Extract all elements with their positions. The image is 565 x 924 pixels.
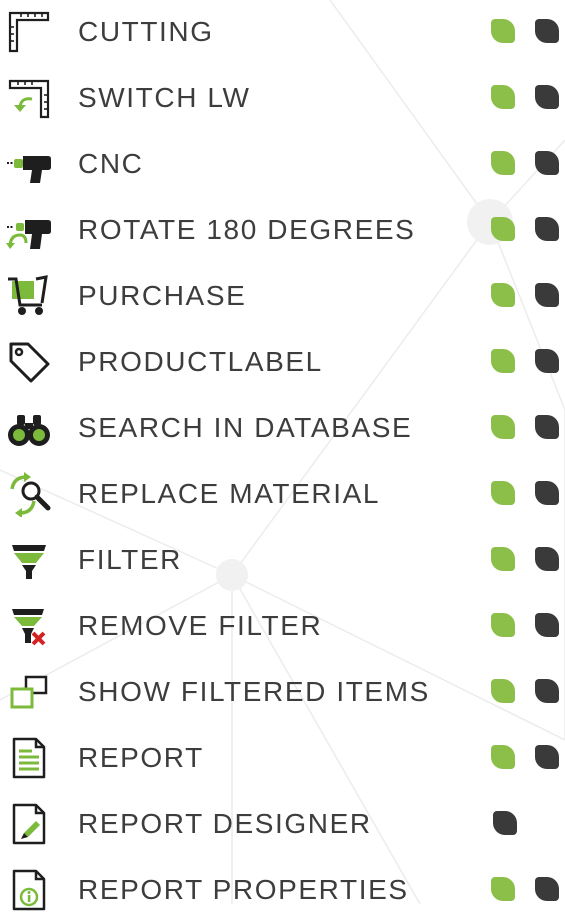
list-item: PURCHASE: [0, 264, 565, 330]
list-item: CUTTING: [0, 0, 565, 66]
availability-dot-green: [491, 877, 515, 901]
item-label: ROTATE 180 DEGREES: [78, 214, 416, 245]
report-properties-icon: [6, 867, 52, 913]
list-item: SHOW FILTERED ITEMS: [0, 660, 565, 726]
availability-dot-dark: [535, 151, 559, 175]
availability-dot-dark: [535, 877, 559, 901]
list-item: SEARCH IN DATABASE: [0, 396, 565, 462]
availability-dot-green: [491, 613, 515, 637]
availability-dot-dark: [535, 481, 559, 505]
list-item: REPORT: [0, 726, 565, 792]
binoculars-icon: [6, 405, 52, 451]
availability-dot-green: [491, 547, 515, 571]
windows-icon: [6, 669, 52, 715]
list-item: ROTATE 180 DEGREES: [0, 198, 565, 264]
availability-dot-dark: [535, 217, 559, 241]
item-label: REPORT DESIGNER: [78, 808, 372, 839]
item-label: PRODUCTLABEL: [78, 346, 323, 377]
availability-dot-dark: [535, 283, 559, 307]
availability-dot-dark: [535, 349, 559, 373]
cutting-icon: [6, 9, 52, 55]
switch-lw-icon: [6, 75, 52, 121]
availability-dot-green: [491, 349, 515, 373]
item-label: FILTER: [78, 544, 182, 575]
tag-icon: [6, 339, 52, 385]
item-label: CNC: [78, 148, 144, 179]
availability-dot-green: [491, 481, 515, 505]
availability-dot-dark: [535, 19, 559, 43]
availability-dot-green: [491, 85, 515, 109]
item-label: SEARCH IN DATABASE: [78, 412, 413, 443]
list-item: CNC: [0, 132, 565, 198]
item-label: REPORT PROPERTIES: [78, 874, 409, 905]
availability-dot-dark: [535, 613, 559, 637]
feature-list: CUTTING SWITCH LW CNC ROTATE 180 DEGREES…: [0, 0, 565, 911]
list-item: PRODUCTLABEL: [0, 330, 565, 396]
item-label: REPLACE MATERIAL: [78, 478, 381, 509]
availability-dot-green: [491, 679, 515, 703]
availability-dot-dark: [535, 745, 559, 769]
availability-dot-green: [491, 415, 515, 439]
list-item: REMOVE FILTER: [0, 594, 565, 660]
item-label: CUTTING: [78, 16, 214, 47]
item-label: REMOVE FILTER: [78, 610, 323, 641]
remove-filter-icon: [6, 603, 52, 649]
item-label: SHOW FILTERED ITEMS: [78, 676, 430, 707]
list-item: REPORT DESIGNER: [0, 792, 565, 858]
availability-dot-dark: [535, 547, 559, 571]
report-designer-icon: [6, 801, 52, 847]
availability-dot-dark: [535, 415, 559, 439]
list-item: SWITCH LW: [0, 66, 565, 132]
list-item: REPLACE MATERIAL: [0, 462, 565, 528]
availability-dot-green: [491, 151, 515, 175]
item-label: PURCHASE: [78, 280, 247, 311]
availability-dot-green: [491, 19, 515, 43]
cnc-drill-icon: [6, 141, 52, 187]
filter-icon: [6, 537, 52, 583]
cart-icon: [6, 273, 52, 319]
availability-dot-green: [491, 283, 515, 307]
list-item: REPORT PROPERTIES: [0, 858, 565, 924]
availability-dot-dark: [493, 811, 517, 835]
availability-dot-green: [491, 217, 515, 241]
item-label: SWITCH LW: [78, 82, 251, 113]
rotate-drill-icon: [6, 207, 52, 253]
availability-dot-dark: [535, 85, 559, 109]
item-label: REPORT: [78, 742, 204, 773]
availability-dot-green: [491, 745, 515, 769]
replace-icon: [6, 471, 52, 517]
availability-dot-dark: [535, 679, 559, 703]
list-item: FILTER: [0, 528, 565, 594]
report-icon: [6, 735, 52, 781]
